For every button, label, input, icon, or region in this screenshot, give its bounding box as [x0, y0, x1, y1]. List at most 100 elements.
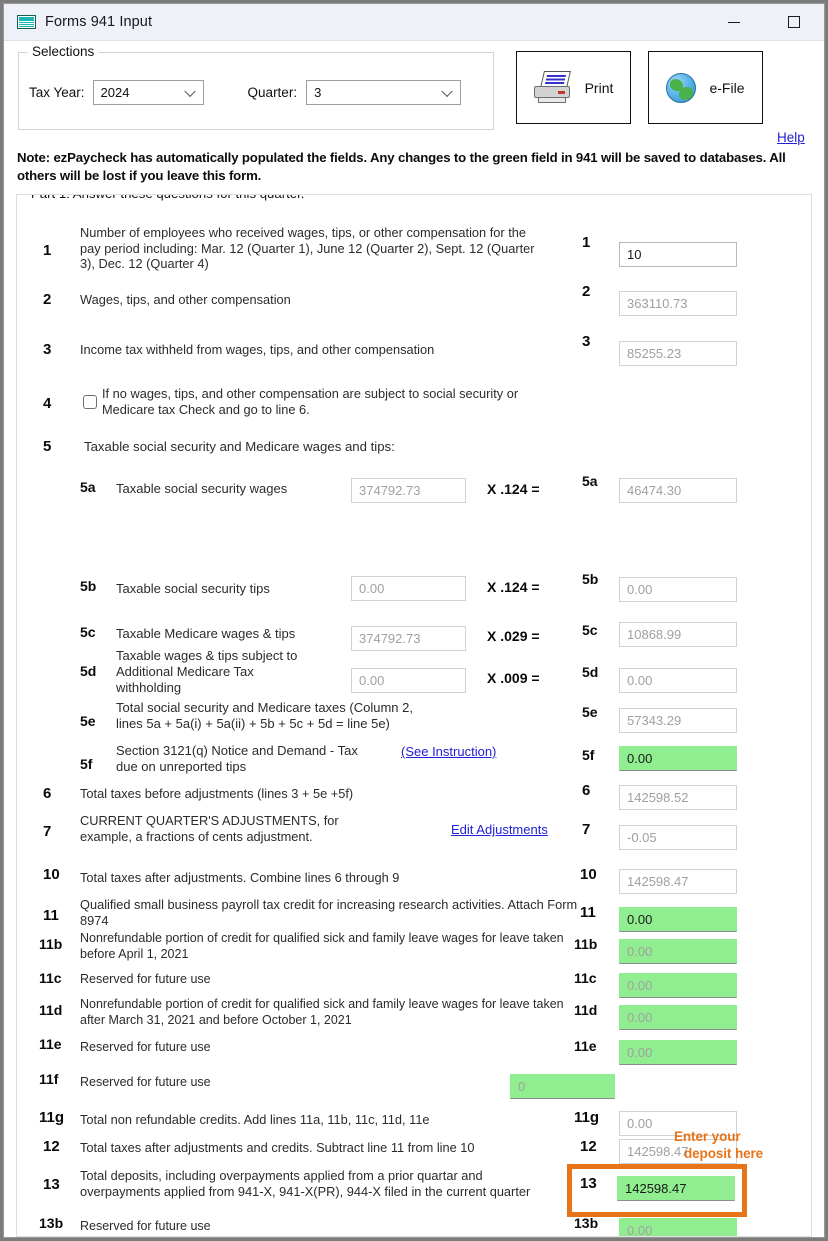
field-number: 11g [574, 1109, 600, 1126]
input-line-5c[interactable]: 10868.99 [619, 622, 737, 647]
input-line-5d[interactable]: 0.00 [619, 668, 737, 693]
field-number: 5a [582, 473, 598, 489]
line-number: 11g [39, 1109, 65, 1126]
field-number: 10 [580, 866, 597, 883]
tax-year-label: Tax Year: [29, 85, 85, 100]
input-line-5a[interactable]: 46474.30 [619, 478, 737, 503]
field-number: 1 [582, 234, 591, 251]
quarter-select[interactable]: 3 [306, 80, 462, 105]
efile-button-label: e-File [709, 79, 745, 96]
input-line-10[interactable]: 142598.47 [619, 869, 737, 894]
globe-icon [666, 72, 697, 103]
print-button-label: Print [584, 79, 614, 96]
input-line-3[interactable]: 85255.23 [619, 341, 737, 366]
line-number: 5f [80, 756, 93, 772]
input-line-7[interactable]: -0.05 [619, 825, 737, 850]
input-line-13b[interactable]: 0.00 [619, 1218, 737, 1236]
field-number: 11c [574, 970, 597, 986]
field-number: 2 [582, 283, 591, 300]
field-number: 12 [580, 1138, 597, 1155]
line-description: Wages, tips, and other compensation [80, 292, 291, 307]
field-number: 5b [582, 571, 599, 587]
line-description: Taxable Medicare wages & tips [116, 626, 296, 641]
efile-button[interactable]: e-File [648, 51, 763, 124]
input-line-6[interactable]: 142598.52 [619, 785, 737, 810]
line-description: Total non refundable credits. Add lines … [80, 1112, 430, 1127]
printer-icon [533, 70, 572, 105]
multiplier-5b: X .124 = [487, 579, 540, 595]
part1-group: Part 1: Answer these questions for this … [16, 194, 812, 1237]
field-number: 11 [580, 904, 596, 921]
input-line-5b[interactable]: 0.00 [619, 577, 737, 602]
maximize-button[interactable] [764, 4, 824, 40]
input-line-2[interactable]: 363110.73 [619, 291, 737, 316]
minimize-button[interactable] [704, 4, 764, 40]
field-number: 3 [582, 333, 591, 350]
input-line-11[interactable]: 0.00 [619, 907, 737, 932]
line-description: Reserved for future use [80, 1075, 211, 1089]
line-number: 1 [43, 242, 52, 259]
quarter-value: 3 [314, 85, 322, 100]
toolbar-area: Selections Tax Year: 2024 Quarter: 3 Pri… [4, 41, 824, 146]
line-number: 4 [43, 395, 52, 412]
line-description: Total taxes before adjustments (lines 3 … [80, 786, 354, 801]
multiplier-5a: X .124 = [487, 481, 540, 497]
selections-group: Selections Tax Year: 2024 Quarter: 3 [18, 44, 494, 130]
input-line-5d-base[interactable]: 0.00 [351, 668, 466, 693]
line-number: 5a [80, 479, 96, 495]
input-line-5b-base[interactable]: 0.00 [351, 576, 466, 601]
input-line-1[interactable]: 10 [619, 242, 737, 267]
input-line-5f[interactable]: 0.00 [619, 746, 737, 771]
input-line-11f[interactable]: 0 [510, 1074, 615, 1099]
line-description: Taxable social security tips [116, 581, 270, 596]
field-number: 5c [582, 622, 598, 638]
deposit-callout-line1: Enter your [674, 1129, 741, 1144]
line-number: 5e [80, 713, 96, 729]
line-description: Section 3121(q) Notice and Demand - Tax … [116, 743, 358, 774]
no-wages-checkbox[interactable] [83, 395, 97, 409]
input-line-5e[interactable]: 57343.29 [619, 708, 737, 733]
line-number: 6 [43, 785, 52, 802]
input-line-11d[interactable]: 0.00 [619, 1005, 737, 1030]
input-line-5c-base[interactable]: 374792.73 [351, 626, 466, 651]
print-button[interactable]: Print [516, 51, 631, 124]
edit-adjustments-link[interactable]: Edit Adjustments [451, 822, 548, 837]
line-number: 13b [39, 1215, 64, 1231]
line-number: 2 [43, 291, 52, 308]
line-number: 10 [43, 866, 60, 883]
tax-year-value: 2024 [100, 85, 130, 100]
line-description: Total taxes after adjustments and credit… [80, 1140, 475, 1155]
input-line-11e[interactable]: 0.00 [619, 1040, 737, 1065]
field-number: 11b [574, 936, 598, 952]
line-number: 11c [39, 970, 62, 986]
line-description: If no wages, tips, and other compensatio… [102, 386, 519, 417]
line-number: 3 [43, 341, 52, 358]
forms-941-input-window: Forms 941 Input Selections Tax Year: 202… [3, 3, 825, 1238]
line-number: 5 [43, 438, 52, 455]
field-number: 11e [574, 1038, 597, 1054]
see-instruction-link[interactable]: (See Instruction) [401, 744, 496, 759]
field-number: 6 [582, 782, 591, 799]
line-number: 12 [43, 1138, 60, 1155]
quarter-label: Quarter: [247, 85, 298, 100]
line-number: 13 [43, 1176, 60, 1193]
line-number: 11f [39, 1071, 59, 1087]
field-number: 7 [582, 821, 591, 838]
line-description: Qualified small business payroll tax cre… [80, 897, 578, 928]
input-line-13[interactable]: 142598.47 [617, 1176, 735, 1201]
line-description: Taxable social security and Medicare wag… [84, 439, 395, 454]
help-link[interactable]: Help [777, 130, 805, 145]
line-number: 5d [80, 663, 97, 679]
line-number: 5b [80, 578, 97, 594]
multiplier-5d: X .009 = [487, 670, 540, 686]
chevron-down-icon [183, 85, 196, 97]
input-line-11b[interactable]: 0.00 [619, 939, 737, 964]
line-number: 11e [39, 1036, 62, 1052]
input-line-11c[interactable]: 0.00 [619, 973, 737, 998]
line-number: 7 [43, 823, 52, 840]
tax-year-select[interactable]: 2024 [92, 80, 204, 105]
input-line-5a-base[interactable]: 374792.73 [351, 478, 466, 503]
field-number: 13b [574, 1215, 599, 1231]
line-description: Nonrefundable portion of credit for qual… [80, 997, 564, 1027]
line-number: 11d [39, 1002, 63, 1018]
